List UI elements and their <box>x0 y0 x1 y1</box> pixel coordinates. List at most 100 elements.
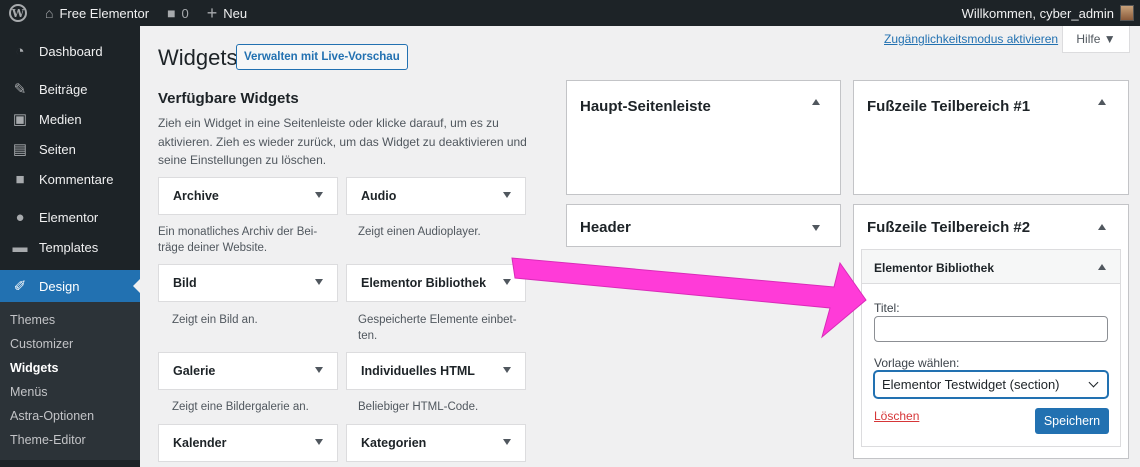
widget-title: Individuelles HTML <box>361 364 475 378</box>
widget-calendar[interactable]: Kalender <box>158 424 338 462</box>
chevron-down-icon <box>315 279 323 285</box>
sidebar-item-elementor[interactable]: ● Elementor <box>0 202 140 232</box>
sidebar-item-templates[interactable]: ▬ Templates <box>0 232 140 262</box>
delete-link[interactable]: Löschen <box>874 409 919 423</box>
expand-down-icon[interactable] <box>812 225 820 231</box>
sidebar-area-header[interactable]: Header <box>566 204 841 247</box>
chevron-down-icon <box>1088 377 1099 388</box>
avatar <box>1120 5 1134 21</box>
plus-icon: + <box>206 2 218 23</box>
dashboard-icon: ◔ <box>15 42 25 60</box>
widget-header[interactable]: Elementor Bibliothek <box>862 250 1120 284</box>
admin-bar: W ⌂ Free Elementor ■ 0 + Neu Willkommen,… <box>0 0 1140 26</box>
widget-description: Zeigt einen Audioplayer. <box>358 226 481 238</box>
submenu-item-theme-editor[interactable]: Theme-Editor <box>0 428 140 452</box>
annotation-arrow-shape <box>511 257 867 339</box>
elementor-icon: ● <box>15 208 25 226</box>
chevron-down-icon <box>315 192 323 198</box>
widget-archive[interactable]: Archive <box>158 177 338 215</box>
brush-icon: ✐ <box>13 278 27 295</box>
template-select[interactable]: Elementor Testwidget (section) <box>874 371 1108 398</box>
widget-title: Kalender <box>173 436 227 450</box>
open-widget-elementor-library: Elementor Bibliothek Titel: Vorlage wähl… <box>861 249 1121 447</box>
widget-categories[interactable]: Kategorien <box>346 424 526 462</box>
sidebar-item-pages[interactable]: ▤ Seiten <box>0 134 140 164</box>
submenu-item-themes[interactable]: Themes <box>0 308 140 332</box>
submenu-item-widgets[interactable]: Widgets <box>0 356 140 380</box>
sidebar-item-media[interactable]: ▣ Medien <box>0 104 140 134</box>
sidebar-item-label: Design <box>39 278 80 294</box>
wp-logo-menu[interactable]: W <box>0 0 36 26</box>
sidebar-area-footer-1[interactable]: Fußzeile Teilbereich #1 <box>853 80 1129 195</box>
accessibility-mode-link[interactable]: Zugänglichkeitsmodus aktivieren <box>884 32 1058 46</box>
sidebar-area-main[interactable]: Haupt-Seitenleiste <box>566 80 841 195</box>
sidebar-item-dashboard[interactable]: ◔ Dashboard <box>0 36 140 66</box>
pin-icon: ✎ <box>13 81 27 98</box>
comment-bubble-icon: ■ <box>167 5 176 21</box>
greeting: Willkommen, cyber_admin <box>961 5 1114 21</box>
widget-image[interactable]: Bild <box>158 264 338 302</box>
widget-title: Kategorien <box>361 436 427 450</box>
site-name-link[interactable]: ⌂ Free Elementor <box>36 0 158 26</box>
widget-title: Bild <box>173 276 197 290</box>
folder-icon: ▬ <box>12 238 28 256</box>
sidebar-item-design[interactable]: ✐ Design <box>0 270 140 302</box>
home-icon: ⌂ <box>45 5 54 21</box>
widget-description: Gespeicherte Elemente einbet-ten. <box>358 314 517 342</box>
widget-title: Archive <box>173 189 219 203</box>
help-tab[interactable]: Hilfe ▼ <box>1062 26 1130 53</box>
widget-title: Audio <box>361 189 397 203</box>
media-icon: ▣ <box>12 111 28 128</box>
account-menu[interactable]: Willkommen, cyber_admin <box>962 5 1140 21</box>
widget-description: Zeigt ein Bild an. <box>172 314 258 326</box>
title-label: Titel: <box>874 301 900 315</box>
widget-gallery[interactable]: Galerie <box>158 352 338 390</box>
collapse-up-icon[interactable] <box>1098 99 1106 105</box>
widget-description: Zeigt eine Bildergalerie an. <box>172 401 309 413</box>
comment-icon: ■ <box>15 170 25 188</box>
widget-title: Elementor Bibliothek <box>874 261 995 275</box>
available-widgets-description: Zieh ein Widget in eine Seitenleiste ode… <box>158 116 527 167</box>
sidebar-area-title: Haupt-Seitenleiste <box>580 98 711 115</box>
comments-count: 0 <box>181 5 189 21</box>
title-input[interactable] <box>874 316 1108 342</box>
widget-audio[interactable]: Audio <box>346 177 526 215</box>
new-label: Neu <box>223 5 248 21</box>
sidebar-item-label: Kommentare <box>39 171 114 187</box>
chevron-down-icon <box>503 439 511 445</box>
submenu-item-menus[interactable]: Menüs <box>0 380 140 404</box>
sidebar-item-posts[interactable]: ✎ Beiträge <box>0 74 140 104</box>
collapse-up-icon[interactable] <box>812 99 820 105</box>
collapse-up-icon[interactable] <box>1098 224 1106 230</box>
chevron-down-icon <box>503 367 511 373</box>
collapse-up-icon[interactable] <box>1098 264 1106 270</box>
save-button[interactable]: Speichern <box>1035 408 1109 434</box>
sidebar-item-label: Dashboard <box>39 43 103 59</box>
sidebar-item-label: Seiten <box>39 141 76 157</box>
sidebar-area-title: Header <box>580 219 631 236</box>
design-submenu: Themes Customizer Widgets Menüs Astra-Op… <box>0 302 140 460</box>
page-icon: ▤ <box>12 141 28 158</box>
widget-elementor-library[interactable]: Elementor Bibliothek <box>346 264 526 302</box>
widget-description: Ein monatliches Archiv der Bei-träge dei… <box>158 226 318 254</box>
submenu-item-astra-options[interactable]: Astra-Optionen <box>0 404 140 428</box>
comments-link[interactable]: ■ 0 <box>158 0 198 26</box>
site-name: Free Elementor <box>59 5 150 21</box>
widget-custom-html[interactable]: Individuelles HTML <box>346 352 526 390</box>
sidebar-item-label: Templates <box>39 239 99 255</box>
sidebar-item-label: Beiträge <box>39 81 88 97</box>
widget-title: Galerie <box>173 364 216 378</box>
new-content-link[interactable]: + Neu <box>198 0 256 26</box>
available-widgets-title: Verfügbare Widgets <box>158 90 299 107</box>
live-preview-button[interactable]: Verwalten mit Live-Vorschau <box>236 44 408 70</box>
sidebar-area-title: Fußzeile Teilbereich #2 <box>867 219 1031 236</box>
submenu-item-customizer[interactable]: Customizer <box>0 332 140 356</box>
sidebar-area-title: Fußzeile Teilbereich #1 <box>867 98 1031 115</box>
page-title: Widgets <box>158 45 238 70</box>
sidebar-item-comments[interactable]: ■ Kommentare <box>0 164 140 194</box>
chevron-down-icon <box>315 439 323 445</box>
template-label: Vorlage wählen: <box>874 356 960 370</box>
widget-title: Elementor Bibliothek <box>361 276 487 290</box>
admin-sidebar: ◔ Dashboard ✎ Beiträge ▣ Medien ▤ Seiten… <box>0 26 140 467</box>
chevron-down-icon <box>503 279 511 285</box>
